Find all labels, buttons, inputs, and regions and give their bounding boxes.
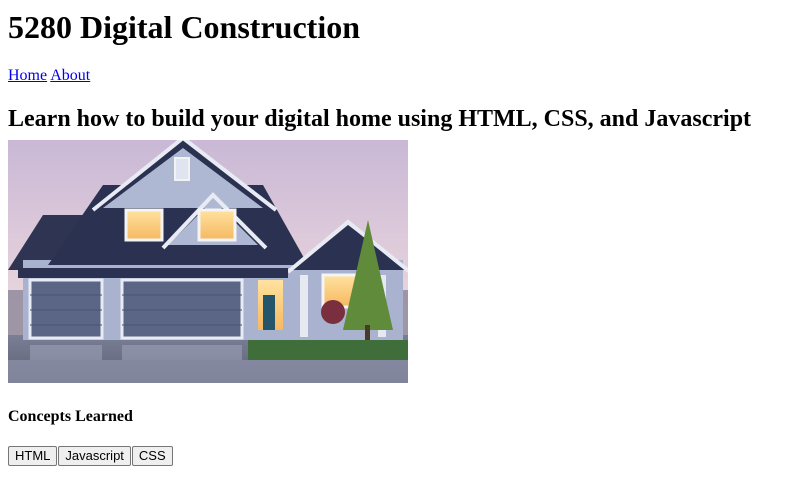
hero-heading: Learn how to build your digital home usi… <box>8 106 752 132</box>
nav-bar: Home About <box>8 67 788 85</box>
site-title: 5280 Digital Construction <box>8 9 360 45</box>
nav-link-about[interactable]: About <box>50 67 90 84</box>
house-image <box>8 140 408 383</box>
page: 5280 Digital Construction Home About Lea… <box>0 0 796 486</box>
nav-link-home[interactable]: Home <box>8 67 47 84</box>
javascript-button[interactable]: Javascript <box>58 446 131 466</box>
concepts-button-group: HTML Javascript CSS <box>8 446 788 466</box>
css-button[interactable]: CSS <box>131 446 173 466</box>
html-button[interactable]: HTML <box>8 446 58 466</box>
concepts-heading: Concepts Learned <box>8 408 133 425</box>
